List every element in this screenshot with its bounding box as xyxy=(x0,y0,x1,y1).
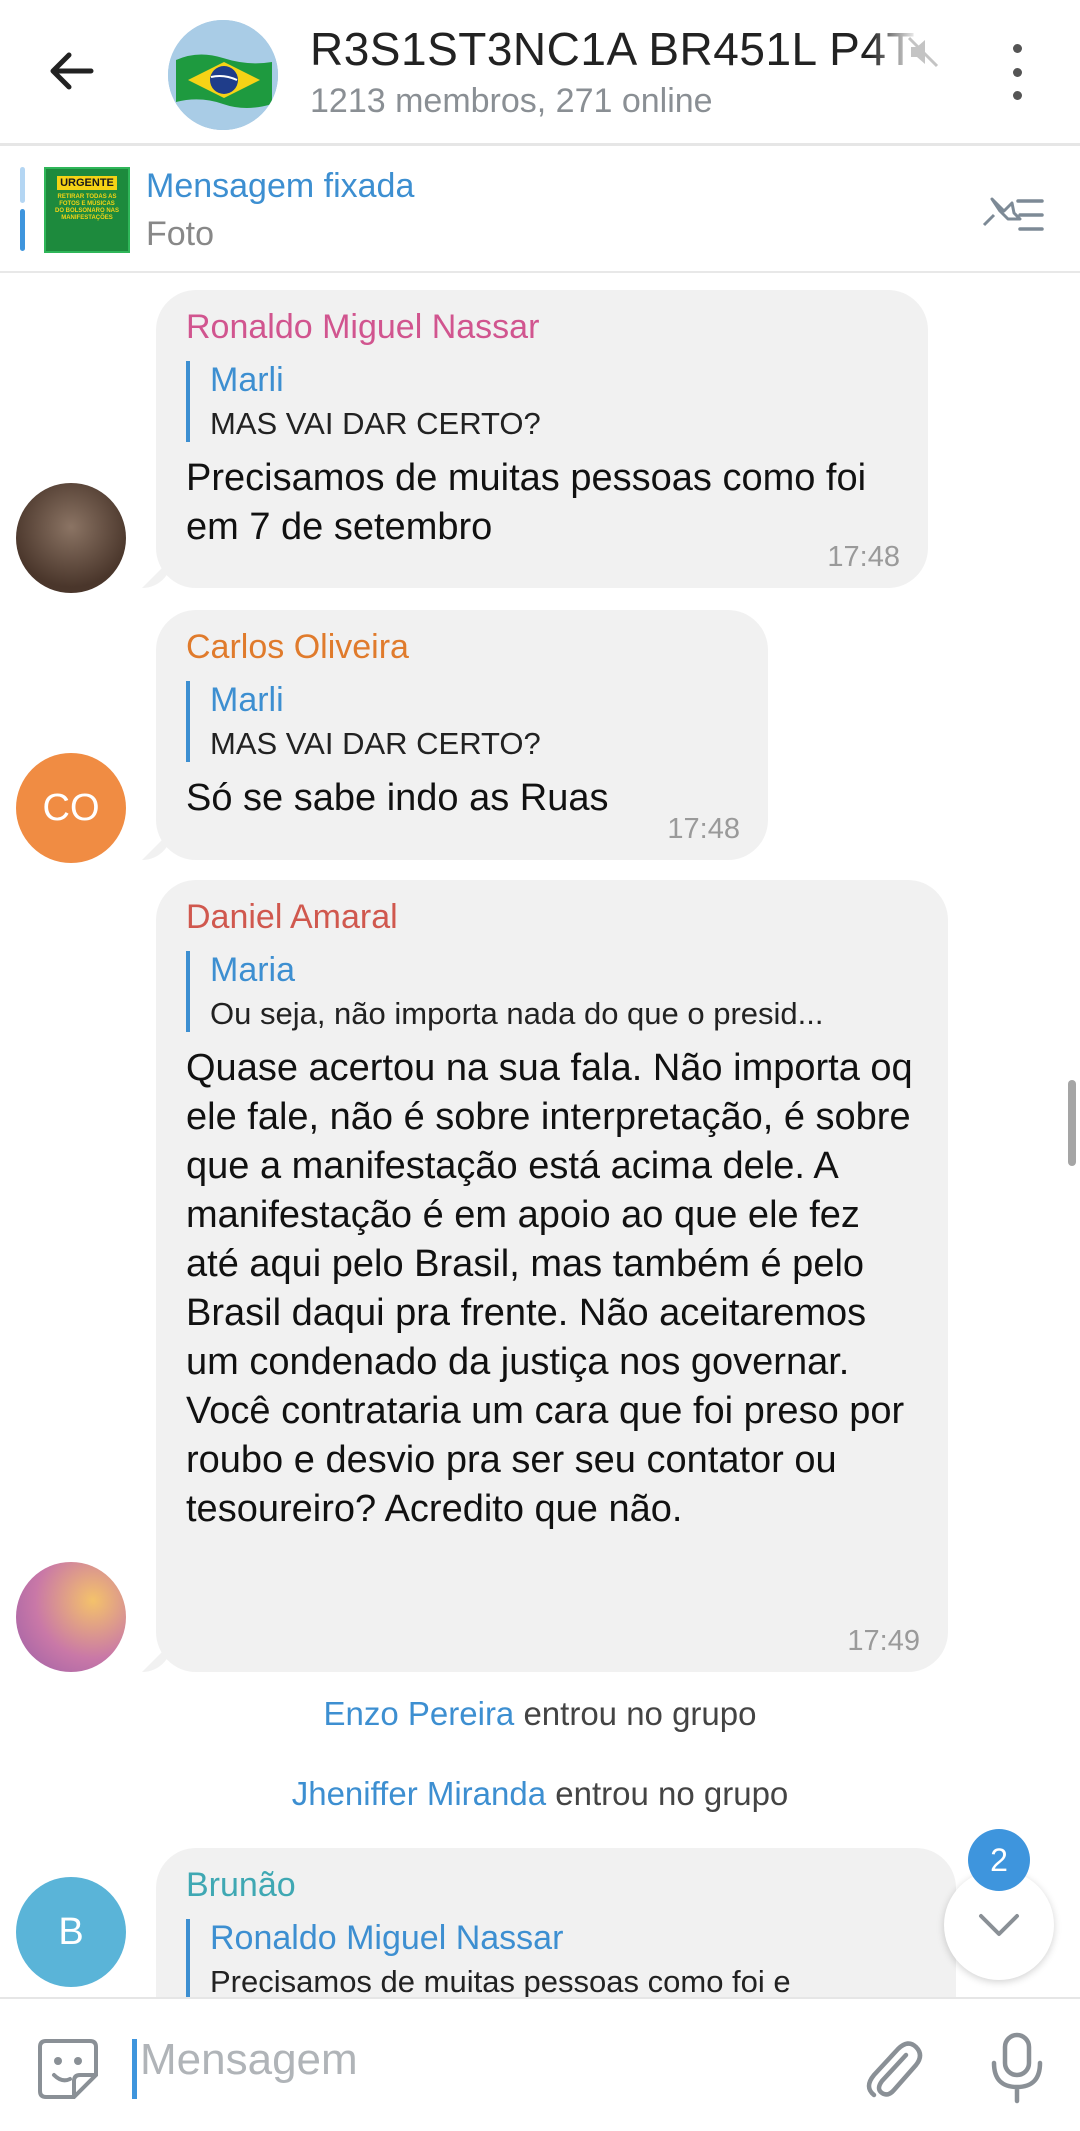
system-notice: Enzo Pereira entrou no grupo xyxy=(323,1695,757,1732)
message-bubble[interactable]: Brunão Ronaldo Miguel Nassar Precisamos … xyxy=(156,1848,956,1997)
message-time: 17:48 xyxy=(827,541,900,573)
reply-preview[interactable]: Marli MAS VAI DAR CERTO? xyxy=(186,361,898,442)
system-notice: Jheniffer Miranda entrou no grupo xyxy=(291,1775,789,1812)
microphone-icon[interactable] xyxy=(988,2031,1046,2105)
chat-header: R3S1ST3NC1A BR451L P4T 1213 membros, 271… xyxy=(0,0,1080,146)
message-bubble[interactable]: Daniel Amaral Maria Ou seja, não importa… xyxy=(156,880,948,1672)
back-arrow-icon[interactable] xyxy=(40,40,102,102)
avatar[interactable]: B xyxy=(16,1877,126,1987)
pinned-subtitle: Foto xyxy=(146,215,215,253)
message-text: Só se sabe indo as Ruas xyxy=(186,777,609,819)
reply-preview[interactable]: Maria Ou seja, não importa nada do que o… xyxy=(186,951,918,1032)
sender-name[interactable]: Brunão xyxy=(186,1866,926,1905)
group-members-status: 1213 membros, 271 online xyxy=(310,82,713,120)
avatar[interactable]: CO xyxy=(16,753,126,863)
muted-icon xyxy=(905,34,941,70)
pinned-message-bar[interactable]: URGENTE RETIRAR TODAS AS FOTOS E MÚSICAS… xyxy=(0,149,1080,273)
message-list[interactable]: Ronaldo Miguel Nassar Marli MAS VAI DAR … xyxy=(0,275,1080,1997)
system-user[interactable]: Jheniffer Miranda xyxy=(292,1775,546,1812)
group-avatar[interactable] xyxy=(168,20,278,130)
sticker-icon[interactable] xyxy=(36,2037,100,2101)
message-time: 17:49 xyxy=(847,1625,920,1657)
message-time: 17:48 xyxy=(667,813,740,845)
reply-preview[interactable]: Ronaldo Miguel Nassar Precisamos de muit… xyxy=(186,1919,926,1997)
reply-preview[interactable]: Marli MAS VAI DAR CERTO? xyxy=(186,681,738,762)
unread-badge[interactable]: 2 xyxy=(968,1829,1030,1891)
pinned-list-icon[interactable] xyxy=(980,189,1046,239)
avatar[interactable] xyxy=(16,483,126,593)
message-text: Quase acertou na sua fala. Não importa o… xyxy=(186,1047,913,1530)
sender-name[interactable]: Daniel Amaral xyxy=(186,898,918,937)
message-text: Precisamos de muitas pessoas como foi em… xyxy=(186,457,867,548)
avatar[interactable] xyxy=(16,1562,126,1672)
message-input[interactable]: Mensagem xyxy=(140,2035,358,2085)
more-options-icon[interactable] xyxy=(1000,44,1034,100)
system-user[interactable]: Enzo Pereira xyxy=(324,1695,515,1732)
attach-icon[interactable] xyxy=(862,2033,924,2103)
message-bubble[interactable]: Carlos Oliveira Marli MAS VAI DAR CERTO?… xyxy=(156,610,768,860)
scrollbar-thumb[interactable] xyxy=(1068,1080,1076,1166)
group-title[interactable]: R3S1ST3NC1A BR451L P4T xyxy=(310,22,920,76)
sender-name[interactable]: Carlos Oliveira xyxy=(186,628,738,667)
sender-name[interactable]: Ronaldo Miguel Nassar xyxy=(186,308,898,347)
pinned-title: Mensagem fixada xyxy=(146,167,415,205)
message-composer: Mensagem xyxy=(0,1997,1080,2131)
message-bubble[interactable]: Ronaldo Miguel Nassar Marli MAS VAI DAR … xyxy=(156,290,928,588)
pinned-thumbnail: URGENTE RETIRAR TODAS AS FOTOS E MÚSICAS… xyxy=(44,167,130,253)
